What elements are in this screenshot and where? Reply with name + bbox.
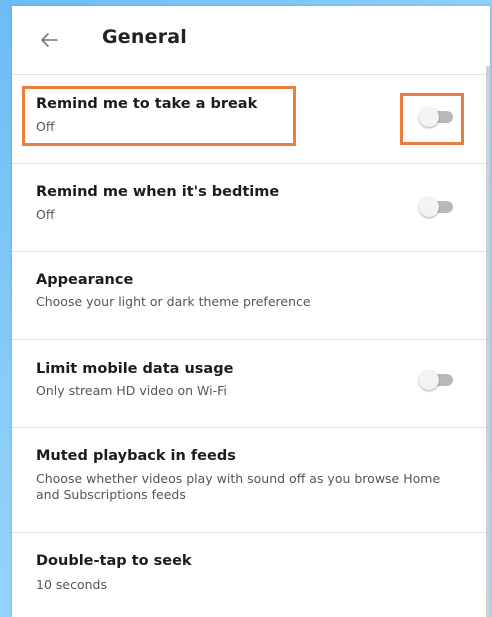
setting-subtitle: Off [36,207,55,222]
setting-title: Double-tap to seek [36,553,192,569]
setting-subtitle: Only stream HD video on Wi-Fi [36,383,227,398]
toggle-knob [419,197,439,217]
setting-title: Muted playback in feeds [36,448,236,464]
setting-subtitle: Choose whether videos play with sound of… [36,471,441,502]
highlight-box-toggle [400,93,464,145]
setting-limit-mobile-data[interactable]: Limit mobile data usage Only stream HD v… [12,340,486,427]
limit-mobile-data-toggle[interactable] [417,369,457,391]
setting-appearance[interactable]: Appearance Choose your light or dark the… [12,252,486,339]
setting-double-tap-seek[interactable]: Double-tap to seek 10 seconds [12,533,486,613]
setting-subtitle: Choose your light or dark theme preferen… [36,294,311,309]
scrollbar[interactable] [486,66,490,617]
toggle-knob [419,370,439,390]
setting-title: Limit mobile data usage [36,361,234,377]
page-title: General [102,26,187,48]
arrow-left-icon[interactable] [37,28,61,52]
highlight-box-label [22,86,296,146]
app-bar: General [12,6,490,74]
setting-bedtime[interactable]: Remind me when it's bedtime Off [12,164,486,251]
setting-title: Appearance [36,272,134,288]
settings-panel: General Remind me to take a break Off Re… [12,6,490,617]
setting-muted-playback[interactable]: Muted playback in feeds Choose whether v… [12,428,486,532]
setting-title: Remind me when it's bedtime [36,184,280,200]
bedtime-toggle[interactable] [417,196,457,218]
setting-subtitle: 10 seconds [36,577,107,592]
